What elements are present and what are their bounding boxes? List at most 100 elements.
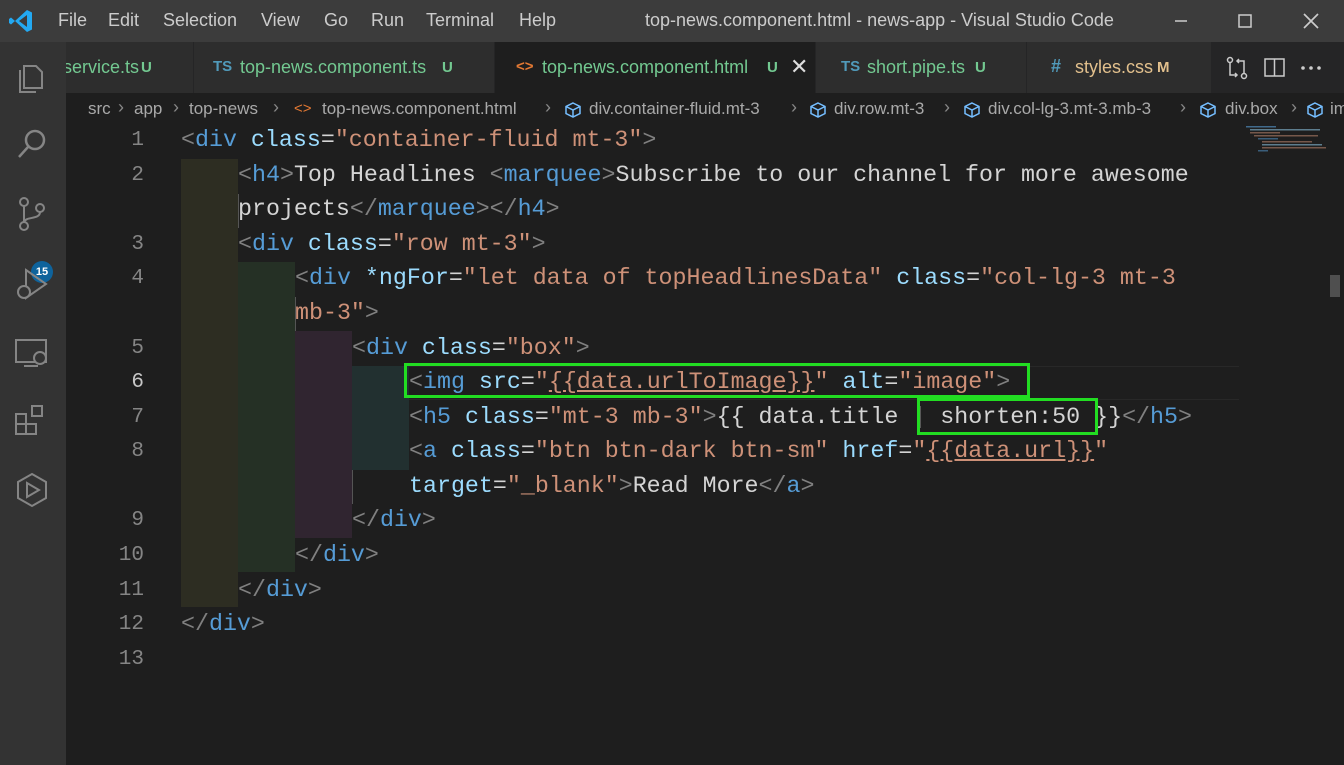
menu-file[interactable]: File (58, 10, 87, 31)
vertical-scrollbar[interactable] (1328, 125, 1344, 765)
html-icon: <> (516, 58, 534, 75)
code-tag: div (265, 577, 308, 603)
element-icon (964, 102, 980, 118)
line-number: 2 (131, 164, 144, 187)
code-punct: </ (758, 473, 787, 499)
window-title: top-news.component.html - news-app - Vis… (645, 10, 1114, 30)
breadcrumb-item[interactable]: div.box (1225, 99, 1278, 119)
more-actions-icon[interactable] (1298, 55, 1324, 81)
angular-icon[interactable] (12, 470, 52, 510)
code-punct: </ (181, 611, 209, 637)
menu-terminal[interactable]: Terminal (426, 10, 494, 31)
code-line-3: <div class="row mt-3"> (238, 231, 546, 257)
code-string: "row mt-3" (391, 231, 532, 257)
breadcrumb-item[interactable]: app (134, 99, 162, 119)
code-string: "col-lg-3 mt-3 (980, 265, 1176, 291)
code-punct: </ (349, 196, 378, 222)
breadcrumb-item[interactable]: div.col-lg-3.mt-3.mb-3 (988, 99, 1151, 119)
code-punct: > (618, 473, 633, 499)
breadcrumb-item[interactable]: src (88, 99, 111, 119)
html-icon: <> (294, 100, 312, 117)
tab-short-pipe-ts[interactable]: TS short.pipe.ts U (816, 42, 1027, 93)
compare-changes-icon[interactable] (1224, 55, 1250, 81)
code-punct: < (352, 335, 366, 361)
menu-go[interactable]: Go (324, 10, 348, 31)
tab-label: top-news.component.html (542, 57, 749, 77)
code-punct: > (531, 231, 546, 257)
code-text: Read More (632, 473, 759, 499)
tab-bar: service.ts U TS top-news.component.ts U … (66, 42, 1344, 93)
close-window-icon[interactable] (1296, 8, 1326, 34)
code-punct: </ (238, 577, 266, 603)
code-punct: = (898, 438, 913, 464)
code-punct: < (409, 404, 423, 430)
remote-explorer-icon[interactable] (12, 332, 52, 372)
code-tag: div (379, 507, 422, 533)
code-tag: div (322, 542, 365, 568)
tab-status: M (1157, 59, 1170, 76)
code-punct: > (307, 577, 322, 603)
code-punct: = (492, 473, 507, 499)
code-punct: < (489, 162, 504, 188)
tab-service-ts[interactable]: service.ts U (66, 42, 194, 93)
menu-view[interactable]: View (261, 10, 300, 31)
extensions-icon[interactable] (12, 400, 52, 440)
code-punct: > (421, 507, 436, 533)
menu-run[interactable]: Run (371, 10, 404, 31)
menu-help[interactable]: Help (519, 10, 556, 31)
code-string: "let data of topHeadlinesData" (462, 265, 883, 291)
typescript-icon: TS (213, 58, 233, 75)
code-line-5: <div class="box"> (352, 335, 590, 361)
tab-top-news-component-html[interactable]: <> top-news.component.html U ✕ (495, 42, 816, 93)
code-punct: </ (295, 542, 323, 568)
code-tag: h4 (517, 196, 546, 222)
code-punct: = (377, 231, 392, 257)
breadcrumb-item[interactable]: im (1330, 99, 1344, 119)
tab-label: top-news.component.ts (240, 57, 427, 77)
search-icon[interactable] (12, 124, 52, 164)
minimap[interactable] (1246, 125, 1326, 165)
tab-styles-css[interactable]: # styles.css M (1027, 42, 1212, 93)
scrollbar-thumb[interactable] (1330, 275, 1340, 297)
code-tag: div (208, 611, 251, 637)
breadcrumb-item[interactable]: top-news (189, 99, 258, 119)
code-punct: </ (352, 507, 380, 533)
code-attr: class (464, 404, 535, 430)
code-line-4: <div *ngFor="let data of topHeadlinesDat… (295, 265, 1176, 291)
breadcrumb-item[interactable]: div.container-fluid.mt-3 (589, 99, 760, 119)
vscode-logo-icon[interactable] (8, 8, 34, 34)
highlight-box-img (404, 363, 1030, 398)
line-number: 11 (118, 579, 144, 602)
minimize-icon[interactable] (1166, 8, 1196, 34)
line-number: 3 (131, 233, 144, 256)
close-tab-icon[interactable]: ✕ (790, 54, 808, 80)
breadcrumb-item[interactable]: div.row.mt-3 (834, 99, 924, 119)
element-icon (1200, 102, 1216, 118)
code-text: projects (238, 196, 350, 222)
code-string: "box" (505, 335, 576, 361)
split-editor-icon[interactable] (1262, 55, 1288, 81)
indent-guide (295, 331, 352, 538)
code-punct: </ (1122, 404, 1151, 430)
chevron-right-icon: › (545, 97, 551, 117)
code-punct: > (800, 473, 815, 499)
element-icon (810, 102, 826, 118)
code-attr: class (421, 335, 492, 361)
code-interpolation: {{data.url}} (926, 438, 1095, 464)
title-bar: File Edit Selection View Go Run Terminal… (0, 0, 1344, 42)
source-control-icon[interactable] (12, 194, 52, 234)
code-punct: > (279, 162, 294, 188)
maximize-icon[interactable] (1230, 8, 1260, 34)
indent-guide (238, 262, 295, 572)
tab-top-news-component-ts[interactable]: TS top-news.component.ts U (194, 42, 495, 93)
code-text: Top Headlines (293, 162, 490, 188)
code-punct: > (702, 404, 717, 430)
menu-edit[interactable]: Edit (108, 10, 139, 31)
chevron-right-icon: › (1180, 97, 1186, 117)
code-punct: = (320, 127, 335, 153)
run-debug-icon[interactable] (12, 264, 52, 304)
breadcrumb-item[interactable]: top-news.component.html (322, 99, 517, 119)
explorer-icon[interactable] (12, 56, 52, 96)
menu-selection[interactable]: Selection (163, 10, 237, 31)
tab-status: U (442, 59, 453, 76)
